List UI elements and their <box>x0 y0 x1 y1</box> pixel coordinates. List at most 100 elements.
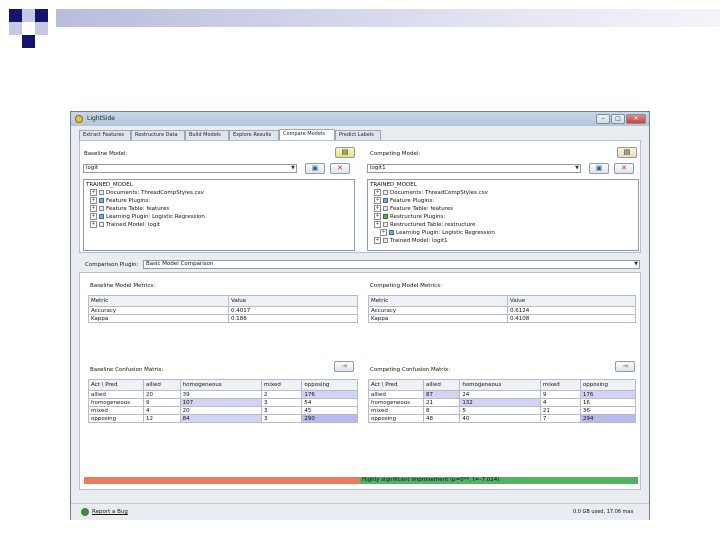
tree-node[interactable]: + Learning Plugin: Logistic Regression <box>380 229 495 236</box>
tab-extract-features[interactable]: Extract Features <box>79 130 131 140</box>
table-row[interactable]: mixed 4 20 3 45 <box>88 406 358 415</box>
competing-selected-value: logit1 <box>370 165 386 171</box>
column-header[interactable]: allied <box>422 379 461 391</box>
matrix-cell: 21 <box>539 406 581 415</box>
expand-icon[interactable]: + <box>374 189 381 196</box>
matrix-cell: 132 <box>459 398 541 407</box>
table-row[interactable]: allied 87 24 9 176 <box>368 390 637 399</box>
load-competing-button[interactable]: ▤ <box>617 147 637 158</box>
tree-node[interactable]: + Feature Table: features <box>90 205 169 212</box>
matrix-cell: 294 <box>579 414 637 423</box>
table-row[interactable]: homogeneous 21 132 4 16 <box>368 398 637 407</box>
tree-node[interactable]: + Feature Plugins: <box>374 197 434 204</box>
table-row[interactable]: Kappa 0.4108 <box>368 314 636 323</box>
export-competing-matrix-button[interactable]: ⇥ <box>615 361 635 372</box>
table-row[interactable]: allied 20 39 2 176 <box>88 390 358 399</box>
close-button[interactable]: ✕ <box>626 114 646 124</box>
matrix-cell: 84 <box>179 414 263 423</box>
comparison-plugin-select[interactable]: Basic Model Comparison ▼ <box>143 260 640 269</box>
plugin-icon <box>389 230 394 235</box>
tree-node[interactable]: + Feature Plugins: <box>90 197 150 204</box>
expand-icon[interactable]: + <box>374 221 381 228</box>
table-row[interactable]: mixed 8 5 21 36 <box>368 406 637 415</box>
expand-icon[interactable]: + <box>90 197 97 204</box>
significance-bar-competing: Highly significant improvement (p=0**, t… <box>360 477 638 484</box>
tab-compare-models[interactable]: Compare Models <box>279 129 335 140</box>
tree-node[interactable]: + Restructured Table: restructure <box>374 221 475 228</box>
tab-explore-results[interactable]: Explore Results <box>229 130 279 140</box>
column-header[interactable]: Metric <box>88 295 229 307</box>
baseline-confusion-matrix: Act \ Pred allied homogeneous mixed oppo… <box>88 379 358 423</box>
competing-model-select[interactable]: logit1 ▼ <box>367 164 581 173</box>
matrix-cell: 290 <box>301 414 358 423</box>
expand-icon[interactable]: + <box>374 197 381 204</box>
tree-node-label: Restructured Table: restructure <box>390 222 476 228</box>
column-header[interactable]: opposing <box>579 379 637 391</box>
column-header[interactable]: allied <box>143 379 181 391</box>
table-header-row: Metric Value <box>88 295 358 307</box>
column-header[interactable]: Metric <box>368 295 508 307</box>
metric-name: Accuracy <box>88 306 229 315</box>
expand-icon[interactable]: + <box>90 213 97 220</box>
expand-icon[interactable]: + <box>380 229 387 236</box>
table-row[interactable]: homogeneous 9 107 3 54 <box>88 398 358 407</box>
expand-icon[interactable]: + <box>374 205 381 212</box>
table-row[interactable]: Accuracy 0.4017 <box>88 306 358 315</box>
tree-node[interactable]: + Learning Plugin: Logistic Regression <box>90 213 205 220</box>
matrix-cell: 87 <box>422 390 461 399</box>
tree-node-label: Learning Plugin: Logistic Regression <box>396 230 495 236</box>
table-row[interactable]: opposing 48 40 7 294 <box>368 414 637 423</box>
column-header[interactable]: homogeneous <box>179 379 263 391</box>
matrix-cell: 4 <box>143 406 181 415</box>
minimize-button[interactable]: – <box>596 114 610 124</box>
column-header[interactable]: Act \ Pred <box>88 379 144 391</box>
deco-square <box>35 9 48 22</box>
tab-predict-labels[interactable]: Predict Labels <box>335 130 381 140</box>
matrix-cell: 24 <box>459 390 541 399</box>
expand-icon[interactable]: + <box>374 237 381 244</box>
table-header-row: Act \ Pred allied homogeneous mixed oppo… <box>88 379 358 391</box>
column-header[interactable]: opposing <box>301 379 358 391</box>
column-header[interactable]: homogeneous <box>459 379 541 391</box>
table-row[interactable]: Accuracy 0.6124 <box>368 306 636 315</box>
tree-node[interactable]: + Restructure Plugins: <box>374 213 445 220</box>
maximize-button[interactable]: □ <box>611 114 625 124</box>
matrix-cell: 21 <box>422 398 461 407</box>
table-icon <box>99 206 104 211</box>
load-baseline-button[interactable]: ▤ <box>335 147 355 158</box>
table-row[interactable]: Kappa 0.188 <box>88 314 358 323</box>
save-baseline-button[interactable]: ▣ <box>305 163 325 174</box>
export-baseline-matrix-button[interactable]: ⇥ <box>334 361 354 372</box>
column-header[interactable]: Value <box>507 295 636 307</box>
matrix-cell: 39 <box>179 390 263 399</box>
tree-node[interactable]: + Trained Model: logit1 <box>374 237 448 244</box>
expand-icon[interactable]: + <box>90 189 97 196</box>
plugin-icon <box>99 214 104 219</box>
tab-restructure-data[interactable]: Restructure Data <box>131 130 185 140</box>
delete-baseline-button[interactable]: ✕ <box>330 163 350 174</box>
tree-node[interactable]: + Trained Model: logit <box>90 221 160 228</box>
baseline-model-select[interactable]: logit ▼ <box>83 164 297 173</box>
column-header[interactable]: mixed <box>539 379 581 391</box>
column-header[interactable]: Act \ Pred <box>368 379 424 391</box>
delete-competing-button[interactable]: ✕ <box>614 163 634 174</box>
column-header[interactable]: Value <box>228 295 358 307</box>
metric-name: Kappa <box>368 314 508 323</box>
tree-node[interactable]: + Documents: ThreadCompStyles.csv <box>90 189 204 196</box>
tree-node[interactable]: + Documents: ThreadCompStyles.csv <box>374 189 488 196</box>
status-bar: Report a Bug 0.0 GB used, 17.06 max <box>71 503 649 520</box>
competing-matrix-title: Competing Confusion Matrix: <box>370 367 451 373</box>
tree-node[interactable]: + Feature Table: features <box>374 205 453 212</box>
report-bug-link[interactable]: Report a Bug <box>92 509 128 515</box>
table-row[interactable]: opposing 12 84 3 290 <box>88 414 358 423</box>
column-header[interactable]: mixed <box>261 379 303 391</box>
comparison-selected-value: Basic Model Comparison <box>146 261 214 267</box>
save-competing-button[interactable]: ▣ <box>589 163 609 174</box>
expand-icon[interactable]: + <box>90 205 97 212</box>
expand-icon[interactable]: + <box>90 221 97 228</box>
tree-root: TRAINED_MODEL <box>370 182 417 188</box>
matrix-cell: 20 <box>179 406 263 415</box>
table-header-row: Metric Value <box>368 295 636 307</box>
tab-build-models[interactable]: Build Models <box>185 130 229 140</box>
expand-icon[interactable]: + <box>374 213 381 220</box>
